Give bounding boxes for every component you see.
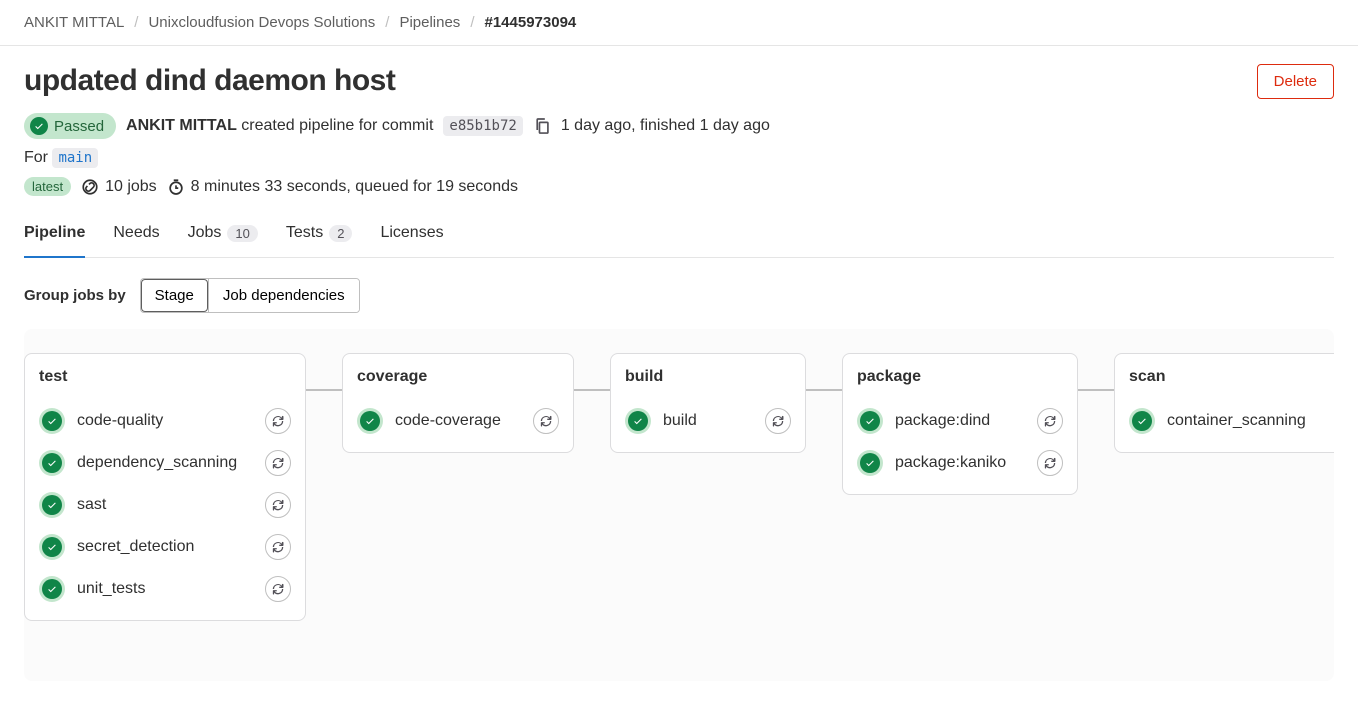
- breadcrumb-item[interactable]: Pipelines: [399, 14, 460, 31]
- tab-licenses[interactable]: Licenses: [380, 224, 443, 258]
- job-name[interactable]: build: [663, 412, 753, 430]
- tab-tests-count: 2: [329, 225, 352, 242]
- job-status-passed-icon: [857, 450, 883, 476]
- status-badge-label: Passed: [54, 118, 104, 135]
- stage-card-build: build build: [610, 353, 806, 453]
- group-by-stage-button[interactable]: Stage: [141, 279, 208, 312]
- stage-title: scan: [1129, 368, 1334, 386]
- stage-card-test: test code-quality dependency_scanningsast s…: [24, 353, 306, 621]
- job-status-passed-icon: [39, 534, 65, 560]
- tab-jobs-label: Jobs: [188, 224, 222, 242]
- status-badge[interactable]: Passed: [24, 113, 116, 139]
- stage-title: package: [857, 368, 1063, 386]
- job-name[interactable]: code-quality: [77, 412, 253, 430]
- job-item: package:kaniko: [857, 442, 1063, 484]
- time-text: 1 day ago, finished 1 day ago: [561, 117, 770, 135]
- job-status-passed-icon: [857, 408, 883, 434]
- retry-button[interactable]: [1037, 408, 1063, 434]
- group-by-label: Group jobs by: [24, 287, 126, 304]
- tab-tests-label: Tests: [286, 224, 323, 242]
- stage-title: build: [625, 368, 791, 386]
- job-name[interactable]: unit_tests: [77, 580, 253, 598]
- job-status-passed-icon: [39, 408, 65, 434]
- job-status-passed-icon: [39, 450, 65, 476]
- job-name[interactable]: package:kaniko: [895, 454, 1025, 472]
- stage-card-package: package package:dind package:kaniko: [842, 353, 1078, 495]
- job-item: sast: [39, 484, 291, 526]
- delete-button[interactable]: Delete: [1257, 64, 1334, 99]
- for-label: For: [24, 149, 48, 166]
- retry-button[interactable]: [265, 534, 291, 560]
- job-item: secret_detection: [39, 526, 291, 568]
- job-item: unit_tests: [39, 568, 291, 610]
- breadcrumb-current: #1445973094: [484, 14, 576, 31]
- link-icon: [81, 178, 99, 196]
- job-status-passed-icon: [1129, 408, 1155, 434]
- author-link[interactable]: ANKIT MITTAL: [126, 117, 237, 134]
- latest-badge: latest: [24, 177, 71, 196]
- tabs: Pipeline Needs Jobs 10 Tests 2 Licenses: [24, 224, 1334, 258]
- stage-card-scan: scan container_scanning: [1114, 353, 1334, 453]
- jobs-count: 10 jobs: [105, 178, 157, 196]
- group-by-toggle: Stage Job dependencies: [140, 278, 360, 313]
- retry-button[interactable]: [533, 408, 559, 434]
- job-item: container_scanning: [1129, 400, 1334, 442]
- duration-text: 8 minutes 33 seconds, queued for 19 seco…: [191, 178, 518, 196]
- tab-pipeline[interactable]: Pipeline: [24, 224, 85, 258]
- tab-jobs[interactable]: Jobs 10: [188, 224, 258, 258]
- job-name[interactable]: dependency_scanning: [77, 454, 253, 472]
- job-item: package:dind: [857, 400, 1063, 442]
- retry-button[interactable]: [765, 408, 791, 434]
- breadcrumb-item[interactable]: Unixcloudfusion Devops Solutions: [148, 14, 375, 31]
- tab-jobs-count: 10: [227, 225, 257, 242]
- retry-button[interactable]: [1037, 450, 1063, 476]
- retry-button[interactable]: [265, 576, 291, 602]
- job-status-passed-icon: [39, 492, 65, 518]
- breadcrumb-sep: /: [470, 14, 474, 31]
- stage-title: coverage: [357, 368, 559, 386]
- clock-icon: [167, 178, 185, 196]
- breadcrumb-sep: /: [134, 14, 138, 31]
- job-name[interactable]: sast: [77, 496, 253, 514]
- job-item: code-coverage: [357, 400, 559, 442]
- job-status-passed-icon: [625, 408, 651, 434]
- pipeline-graph: test code-quality dependency_scanningsast s…: [24, 329, 1334, 681]
- retry-button[interactable]: [265, 408, 291, 434]
- job-item: dependency_scanning: [39, 442, 291, 484]
- job-status-passed-icon: [39, 576, 65, 602]
- commit-sha[interactable]: e85b1b72: [443, 116, 522, 136]
- stage-card-coverage: coverage code-coverage: [342, 353, 574, 453]
- tab-needs[interactable]: Needs: [113, 224, 159, 258]
- job-item: build: [625, 400, 791, 442]
- stage-title: test: [39, 368, 291, 386]
- job-name[interactable]: container_scanning: [1167, 412, 1325, 430]
- group-by-deps-button[interactable]: Job dependencies: [208, 279, 359, 312]
- job-name[interactable]: code-coverage: [395, 412, 521, 430]
- job-name[interactable]: secret_detection: [77, 538, 253, 556]
- retry-button[interactable]: [265, 492, 291, 518]
- created-text: created pipeline for commit: [241, 117, 433, 134]
- tab-tests[interactable]: Tests 2: [286, 224, 353, 258]
- job-name[interactable]: package:dind: [895, 412, 1025, 430]
- job-status-passed-icon: [357, 408, 383, 434]
- breadcrumb-item[interactable]: ANKIT MITTAL: [24, 14, 124, 31]
- breadcrumb: ANKIT MITTAL / Unixcloudfusion Devops So…: [0, 0, 1358, 46]
- branch-ref[interactable]: main: [52, 148, 98, 168]
- retry-button[interactable]: [265, 450, 291, 476]
- check-icon: [30, 117, 48, 135]
- job-item: code-quality: [39, 400, 291, 442]
- copy-icon[interactable]: [533, 117, 551, 135]
- page-title: updated dind daemon host: [24, 64, 395, 98]
- breadcrumb-sep: /: [385, 14, 389, 31]
